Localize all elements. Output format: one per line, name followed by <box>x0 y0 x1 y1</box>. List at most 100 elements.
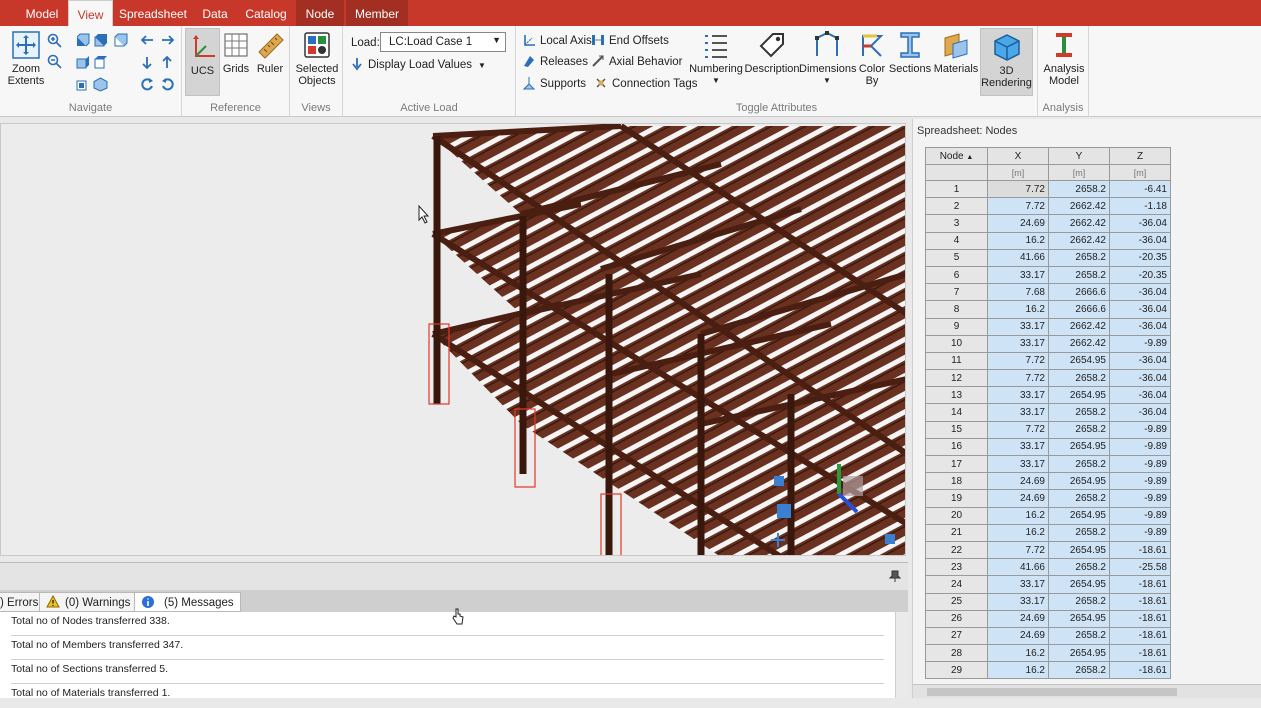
description-button[interactable]: Description <box>744 30 800 75</box>
row-index-cell[interactable]: 21 <box>925 523 988 542</box>
row-index-cell[interactable]: 6 <box>925 265 988 285</box>
rotate-down-icon[interactable] <box>140 55 155 70</box>
table-row[interactable]: 23 41.66 2658.2 -25.58 <box>925 558 1171 577</box>
rotate-up-icon[interactable] <box>160 55 175 70</box>
row-index-cell[interactable]: 2 <box>925 197 988 216</box>
spin-cw-icon[interactable] <box>160 77 175 92</box>
table-cell[interactable]: 33.17 <box>987 437 1049 457</box>
row-index-cell[interactable]: 4 <box>925 231 988 250</box>
table-cell[interactable]: 16.2 <box>987 506 1049 525</box>
local-axis-button[interactable]: Local Axis <box>522 32 592 50</box>
table-cell[interactable]: 33.17 <box>987 403 1049 422</box>
row-index-cell[interactable]: 26 <box>925 609 988 628</box>
table-cell[interactable]: -36.04 <box>1109 300 1171 319</box>
table-cell[interactable]: -36.04 <box>1109 403 1171 422</box>
row-index-cell[interactable]: 27 <box>925 626 988 646</box>
table-cell[interactable]: 2654.95 <box>1048 540 1110 560</box>
messages-scrollbar[interactable] <box>895 612 908 698</box>
table-cell[interactable]: -9.89 <box>1109 420 1171 439</box>
row-index-cell[interactable]: 14 <box>925 403 988 422</box>
menu-tab-model[interactable]: Model <box>14 0 70 26</box>
table-cell[interactable]: -36.04 <box>1109 351 1171 371</box>
selected-objects-button[interactable]: Selected Objects <box>293 30 341 87</box>
zoom-in-icon[interactable] <box>47 33 62 48</box>
table-row[interactable]: 8 16.2 2666.6 -36.04 <box>925 300 1171 319</box>
column-header-node[interactable]: Node ▲ <box>925 147 988 165</box>
row-index-cell[interactable]: 12 <box>925 369 988 388</box>
table-row[interactable]: 28 16.2 2654.95 -18.61 <box>925 644 1171 663</box>
table-row[interactable]: 3 24.69 2662.42 -36.04 <box>925 214 1171 233</box>
tab-warnings[interactable]: (0) Warnings <box>39 592 138 612</box>
table-cell[interactable]: 2662.42 <box>1048 197 1110 216</box>
table-cell[interactable]: -9.89 <box>1109 506 1171 525</box>
row-index-cell[interactable]: 5 <box>925 248 988 267</box>
table-cell[interactable]: 41.66 <box>987 558 1049 577</box>
table-cell[interactable]: -36.04 <box>1109 231 1171 250</box>
table-row[interactable]: 12 7.72 2658.2 -36.04 <box>925 369 1171 388</box>
table-cell[interactable]: 7.72 <box>987 420 1049 439</box>
table-cell[interactable]: -20.35 <box>1109 265 1171 285</box>
table-cell[interactable]: 2654.95 <box>1048 437 1110 457</box>
table-cell[interactable]: 2658.2 <box>1048 523 1110 542</box>
table-row[interactable]: 13 33.17 2654.95 -36.04 <box>925 386 1171 405</box>
table-cell[interactable]: 7.68 <box>987 283 1049 302</box>
table-cell[interactable]: 7.72 <box>987 540 1049 560</box>
table-cell[interactable]: -6.41 <box>1109 179 1171 199</box>
row-index-cell[interactable]: 3 <box>925 214 988 233</box>
sections-button[interactable]: Sections <box>888 30 932 75</box>
table-cell[interactable]: 7.72 <box>987 179 1049 199</box>
table-cell[interactable]: -18.61 <box>1109 609 1171 628</box>
table-cell[interactable]: 2658.2 <box>1048 661 1110 680</box>
row-index-cell[interactable]: 16 <box>925 437 988 457</box>
nodes-table[interactable]: Node ▲ X Y Z [m] [m] [m] 1 7.72 2658.2 -6.4… <box>925 147 1171 680</box>
table-row[interactable]: 14 33.17 2658.2 -36.04 <box>925 403 1171 422</box>
table-row[interactable]: 19 24.69 2658.2 -9.89 <box>925 489 1171 508</box>
menu-tab-node[interactable]: Node <box>296 0 344 26</box>
row-index-cell[interactable]: 11 <box>925 351 988 371</box>
grids-button[interactable]: Grids <box>220 30 252 75</box>
row-index-cell[interactable]: 28 <box>925 644 988 663</box>
row-index-cell[interactable]: 23 <box>925 558 988 577</box>
table-cell[interactable]: -18.61 <box>1109 592 1171 611</box>
spin-ccw-icon[interactable] <box>140 77 155 92</box>
table-row[interactable]: 20 16.2 2654.95 -9.89 <box>925 506 1171 525</box>
table-cell[interactable]: 2654.95 <box>1048 351 1110 371</box>
table-cell[interactable]: 2658.2 <box>1048 454 1110 474</box>
table-cell[interactable]: -36.04 <box>1109 214 1171 233</box>
table-cell[interactable]: -18.61 <box>1109 644 1171 663</box>
table-cell[interactable]: -9.89 <box>1109 523 1171 542</box>
table-row[interactable]: 27 24.69 2658.2 -18.61 <box>925 626 1171 646</box>
table-cell[interactable]: 16.2 <box>987 661 1049 680</box>
table-cell[interactable]: -9.89 <box>1109 454 1171 474</box>
dimensions-button[interactable]: Dimensions ▼ <box>799 30 856 87</box>
table-cell[interactable]: 2658.2 <box>1048 248 1110 267</box>
view-iso-icon[interactable] <box>93 77 108 92</box>
table-cell[interactable]: 2658.2 <box>1048 179 1110 199</box>
row-index-cell[interactable]: 17 <box>925 454 988 474</box>
menu-tab-catalog[interactable]: Catalog <box>239 0 293 26</box>
table-row[interactable]: 5 41.66 2658.2 -20.35 <box>925 248 1171 267</box>
connection-tags-button[interactable]: Connection Tags <box>594 75 697 93</box>
view-left-icon[interactable] <box>113 33 128 48</box>
table-cell[interactable]: -9.89 <box>1109 472 1171 491</box>
table-cell[interactable]: 2654.95 <box>1048 386 1110 405</box>
row-index-cell[interactable]: 9 <box>925 317 988 336</box>
table-row[interactable]: 9 33.17 2662.42 -36.04 <box>925 317 1171 336</box>
table-cell[interactable]: -9.89 <box>1109 334 1171 353</box>
menu-tab-member[interactable]: Member <box>346 0 408 26</box>
table-row[interactable]: 17 33.17 2658.2 -9.89 <box>925 454 1171 474</box>
numbering-button[interactable]: Numbering ▼ <box>688 30 744 87</box>
table-cell[interactable]: 2662.42 <box>1048 231 1110 250</box>
table-row[interactable]: 7 7.68 2666.6 -36.04 <box>925 283 1171 302</box>
table-cell[interactable]: -9.89 <box>1109 489 1171 508</box>
table-cell[interactable]: -18.61 <box>1109 575 1171 594</box>
table-cell[interactable]: 2666.6 <box>1048 283 1110 302</box>
table-cell[interactable]: -18.61 <box>1109 540 1171 560</box>
table-row[interactable]: 15 7.72 2658.2 -9.89 <box>925 420 1171 439</box>
menu-tab-spreadsheet[interactable]: Spreadsheet <box>115 0 191 26</box>
view-right-icon[interactable] <box>75 55 90 70</box>
table-cell[interactable]: -36.04 <box>1109 369 1171 388</box>
table-cell[interactable]: 2662.42 <box>1048 334 1110 353</box>
row-index-cell[interactable]: 22 <box>925 540 988 560</box>
table-cell[interactable]: -25.58 <box>1109 558 1171 577</box>
